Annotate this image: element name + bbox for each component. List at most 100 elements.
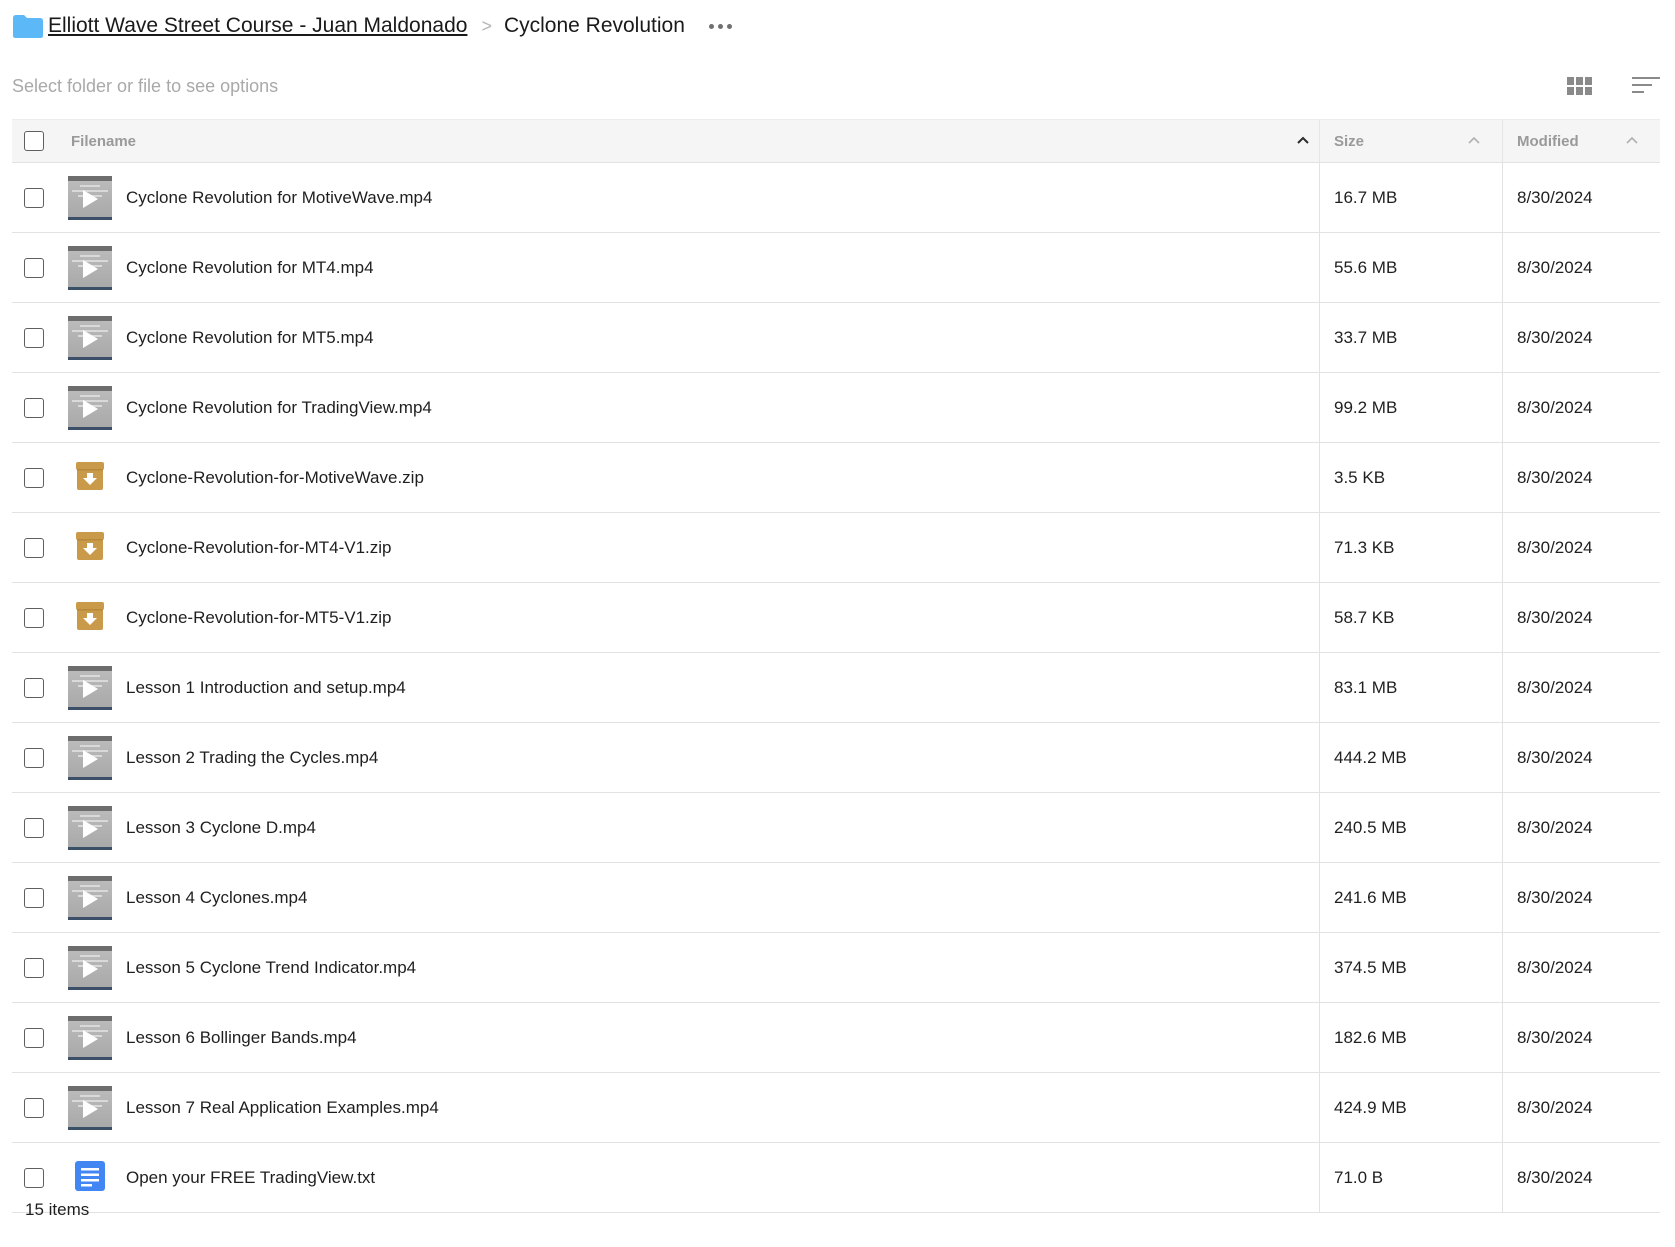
- chevron-up-icon[interactable]: [1466, 132, 1482, 148]
- select-all-checkbox[interactable]: [24, 131, 44, 151]
- table-row[interactable]: Cyclone Revolution for MT5.mp4 33.7 MB 8/3…: [12, 303, 1660, 373]
- file-name[interactable]: Lesson 1 Introduction and setup.mp4: [126, 678, 406, 698]
- file-name[interactable]: Lesson 4 Cyclones.mp4: [126, 888, 307, 908]
- chevron-up-icon[interactable]: [1624, 132, 1640, 148]
- row-checkbox[interactable]: [24, 327, 44, 348]
- row-checkbox[interactable]: [24, 397, 44, 418]
- video-thumbnail-icon: [68, 875, 112, 920]
- file-name[interactable]: Open your FREE TradingView.txt: [126, 1168, 375, 1188]
- table-row[interactable]: Lesson 4 Cyclones.mp4 241.6 MB 8/30/2024: [12, 863, 1660, 933]
- video-thumbnail-icon: [68, 385, 112, 430]
- file-modified-date: 8/30/2024: [1517, 537, 1593, 557]
- sort-icon[interactable]: [1632, 77, 1660, 95]
- play-icon: [83, 889, 98, 908]
- column-header-modified[interactable]: Modified: [1517, 133, 1579, 150]
- table-row[interactable]: Lesson 2 Trading the Cycles.mp4 444.2 MB 8…: [12, 723, 1660, 793]
- row-checkbox[interactable]: [24, 817, 44, 838]
- video-thumbnail-icon: [68, 1085, 112, 1130]
- video-thumbnail-icon: [68, 665, 112, 710]
- chevron-up-icon[interactable]: [1295, 132, 1311, 148]
- file-modified-date: 8/30/2024: [1517, 957, 1593, 977]
- row-checkbox[interactable]: [24, 187, 44, 208]
- table-row[interactable]: Lesson 1 Introduction and setup.mp4 83.1 …: [12, 653, 1660, 723]
- column-header-size[interactable]: Size: [1334, 133, 1364, 150]
- row-checkbox[interactable]: [24, 537, 44, 558]
- file-size: 16.7 MB: [1334, 187, 1398, 207]
- archive-icon: [68, 596, 112, 640]
- file-modified-date: 8/30/2024: [1517, 607, 1593, 627]
- table-row[interactable]: Lesson 7 Real Application Examples.mp4 42…: [12, 1073, 1660, 1143]
- table-row[interactable]: Cyclone Revolution for MotiveWave.mp4 16.…: [12, 163, 1660, 233]
- table-row[interactable]: Open your FREE TradingView.txt 71.0 B 8/30…: [12, 1143, 1660, 1213]
- row-checkbox[interactable]: [24, 467, 44, 488]
- file-name[interactable]: Lesson 6 Bollinger Bands.mp4: [126, 1028, 357, 1048]
- file-modified-date: 8/30/2024: [1517, 747, 1593, 767]
- file-size: 99.2 MB: [1334, 397, 1398, 417]
- table-body: Cyclone Revolution for MotiveWave.mp4 16.…: [12, 163, 1660, 1213]
- file-name[interactable]: Cyclone Revolution for TradingView.mp4: [126, 398, 432, 418]
- file-modified-date: 8/30/2024: [1517, 327, 1593, 347]
- file-name[interactable]: Cyclone-Revolution-for-MotiveWave.zip: [126, 468, 424, 488]
- video-thumbnail-icon: [68, 945, 112, 990]
- row-checkbox[interactable]: [24, 257, 44, 278]
- file-size: 444.2 MB: [1334, 747, 1407, 767]
- breadcrumb-parent-link[interactable]: Elliott Wave Street Course - Juan Maldon…: [48, 14, 467, 38]
- file-name[interactable]: Cyclone Revolution for MT5.mp4: [126, 328, 374, 348]
- file-name[interactable]: Lesson 2 Trading the Cycles.mp4: [126, 748, 378, 768]
- row-checkbox[interactable]: [24, 1167, 44, 1188]
- file-size: 241.6 MB: [1334, 887, 1407, 907]
- table-row[interactable]: Lesson 5 Cyclone Trend Indicator.mp4 374.…: [12, 933, 1660, 1003]
- play-icon: [83, 819, 98, 838]
- table-row[interactable]: Cyclone-Revolution-for-MT5-V1.zip 58.7 KB…: [12, 583, 1660, 653]
- table-row[interactable]: Cyclone-Revolution-for-MotiveWave.zip 3.5…: [12, 443, 1660, 513]
- file-modified-date: 8/30/2024: [1517, 1027, 1593, 1047]
- file-modified-date: 8/30/2024: [1517, 1167, 1593, 1187]
- row-checkbox[interactable]: [24, 747, 44, 768]
- archive-icon: [68, 526, 112, 570]
- file-name[interactable]: Cyclone Revolution for MT4.mp4: [126, 258, 374, 278]
- file-modified-date: 8/30/2024: [1517, 467, 1593, 487]
- row-checkbox[interactable]: [24, 1097, 44, 1118]
- row-checkbox[interactable]: [24, 957, 44, 978]
- file-table: Filename Size Modified Cyclone Revolutio…: [12, 119, 1660, 1213]
- file-modified-date: 8/30/2024: [1517, 677, 1593, 697]
- file-modified-date: 8/30/2024: [1517, 397, 1593, 417]
- file-modified-date: 8/30/2024: [1517, 887, 1593, 907]
- grid-view-icon[interactable]: [1567, 77, 1592, 95]
- row-checkbox[interactable]: [24, 607, 44, 628]
- file-size: 55.6 MB: [1334, 257, 1398, 277]
- column-header-filename[interactable]: Filename: [71, 133, 136, 150]
- row-checkbox[interactable]: [24, 1027, 44, 1048]
- video-thumbnail-icon: [68, 245, 112, 290]
- table-row[interactable]: Cyclone Revolution for MT4.mp4 55.6 MB 8/3…: [12, 233, 1660, 303]
- row-checkbox[interactable]: [24, 887, 44, 908]
- file-name[interactable]: Lesson 3 Cyclone D.mp4: [126, 818, 316, 838]
- table-row[interactable]: Cyclone Revolution for TradingView.mp4 99…: [12, 373, 1660, 443]
- text-document-icon: [68, 1156, 112, 1200]
- folder-icon: [13, 14, 43, 38]
- file-size: 71.3 KB: [1334, 537, 1395, 557]
- file-size: 424.9 MB: [1334, 1097, 1407, 1117]
- file-name[interactable]: Cyclone-Revolution-for-MT4-V1.zip: [126, 538, 391, 558]
- file-size: 182.6 MB: [1334, 1027, 1407, 1047]
- table-header: Filename Size Modified: [12, 119, 1660, 163]
- file-name[interactable]: Lesson 7 Real Application Examples.mp4: [126, 1098, 439, 1118]
- video-thumbnail-icon: [68, 175, 112, 220]
- file-name[interactable]: Cyclone-Revolution-for-MT5-V1.zip: [126, 608, 391, 628]
- breadcrumb-current: Cyclone Revolution: [503, 14, 685, 37]
- table-row[interactable]: Lesson 6 Bollinger Bands.mp4 182.6 MB 8/30…: [12, 1003, 1660, 1073]
- file-name[interactable]: Lesson 5 Cyclone Trend Indicator.mp4: [126, 958, 416, 978]
- table-row[interactable]: Cyclone-Revolution-for-MT4-V1.zip 71.3 KB…: [12, 513, 1660, 583]
- file-size: 71.0 B: [1334, 1167, 1384, 1187]
- play-icon: [83, 329, 98, 348]
- row-checkbox[interactable]: [24, 677, 44, 698]
- video-thumbnail-icon: [68, 805, 112, 850]
- video-thumbnail-icon: [68, 315, 112, 360]
- selection-hint: Select folder or file to see options: [12, 76, 279, 96]
- table-row[interactable]: Lesson 3 Cyclone D.mp4 240.5 MB 8/30/2024: [12, 793, 1660, 863]
- file-name[interactable]: Cyclone Revolution for MotiveWave.mp4: [126, 188, 432, 208]
- more-options-icon[interactable]: [707, 18, 734, 35]
- play-icon: [83, 259, 98, 278]
- play-icon: [83, 1099, 98, 1118]
- file-modified-date: 8/30/2024: [1517, 817, 1593, 837]
